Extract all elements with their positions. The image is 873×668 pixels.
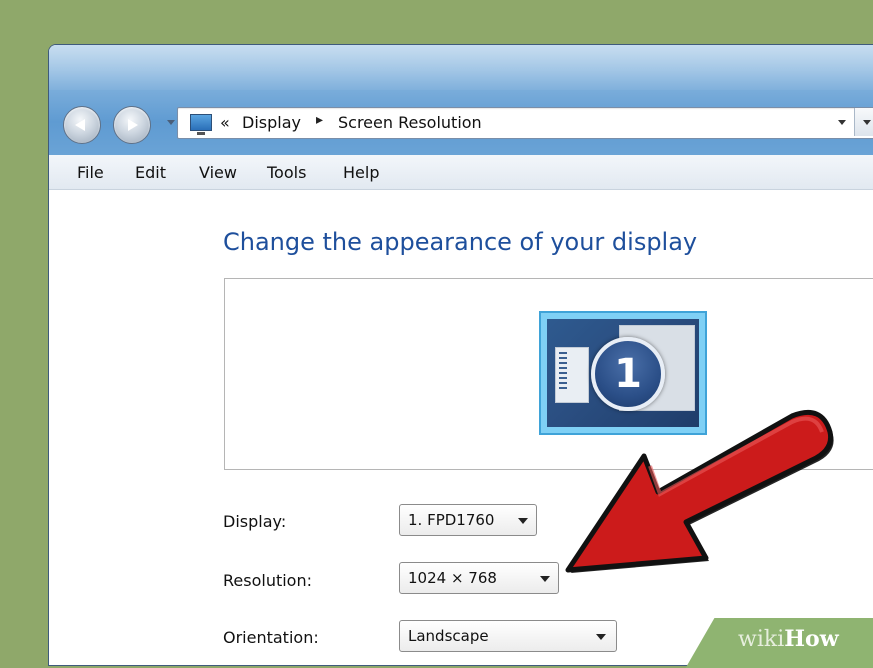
- back-arrow-icon: [75, 119, 85, 131]
- forward-arrow-icon: [128, 119, 138, 131]
- menu-bar: File Edit View Tools Help: [49, 155, 873, 190]
- mini-window-icon: [555, 347, 589, 403]
- menu-file[interactable]: File: [77, 163, 104, 182]
- chevron-down-icon: [518, 518, 528, 524]
- page-title: Change the appearance of your display: [223, 228, 698, 256]
- breadcrumb-screen-resolution[interactable]: Screen Resolution: [338, 113, 482, 132]
- orientation-select[interactable]: Landscape: [399, 620, 617, 652]
- menu-tools[interactable]: Tools: [267, 163, 306, 182]
- back-button[interactable]: [63, 106, 101, 144]
- monitor-number-badge: 1: [591, 337, 665, 411]
- menu-view[interactable]: View: [199, 163, 237, 182]
- watermark-wiki: wiki: [738, 627, 785, 652]
- address-bar[interactable]: « Display ▸ Screen Resolution: [177, 107, 873, 139]
- wikihow-watermark: wikiHow: [738, 626, 839, 652]
- breadcrumb-display[interactable]: Display: [242, 113, 301, 132]
- forward-button[interactable]: [113, 106, 151, 144]
- recent-pages-dropdown[interactable]: [167, 120, 175, 125]
- display-control-panel-icon: [190, 114, 212, 135]
- menu-help[interactable]: Help: [343, 163, 379, 182]
- resolution-select-value: 1024 × 768: [408, 569, 497, 587]
- chevron-down-icon: [540, 576, 550, 582]
- refresh-button[interactable]: [854, 108, 873, 136]
- resolution-select[interactable]: 1024 × 768: [399, 562, 559, 594]
- display-label: Display:: [223, 512, 287, 531]
- breadcrumb-separator[interactable]: ▸: [316, 112, 323, 128]
- title-bar: « Display ▸ Screen Resolution: [49, 45, 873, 155]
- breadcrumb-prefix[interactable]: «: [220, 113, 230, 132]
- orientation-select-value: Landscape: [408, 627, 489, 645]
- chevron-down-icon: [596, 634, 606, 640]
- display-select-value: 1. FPD1760: [408, 511, 495, 529]
- display-select[interactable]: 1. FPD1760: [399, 504, 537, 536]
- resolution-label: Resolution:: [223, 571, 312, 590]
- address-dropdown-icon[interactable]: [838, 120, 846, 125]
- watermark-how: How: [784, 626, 839, 652]
- red-arrow-pointer-icon: [565, 410, 834, 573]
- orientation-label: Orientation:: [223, 628, 319, 647]
- menu-edit[interactable]: Edit: [135, 163, 166, 182]
